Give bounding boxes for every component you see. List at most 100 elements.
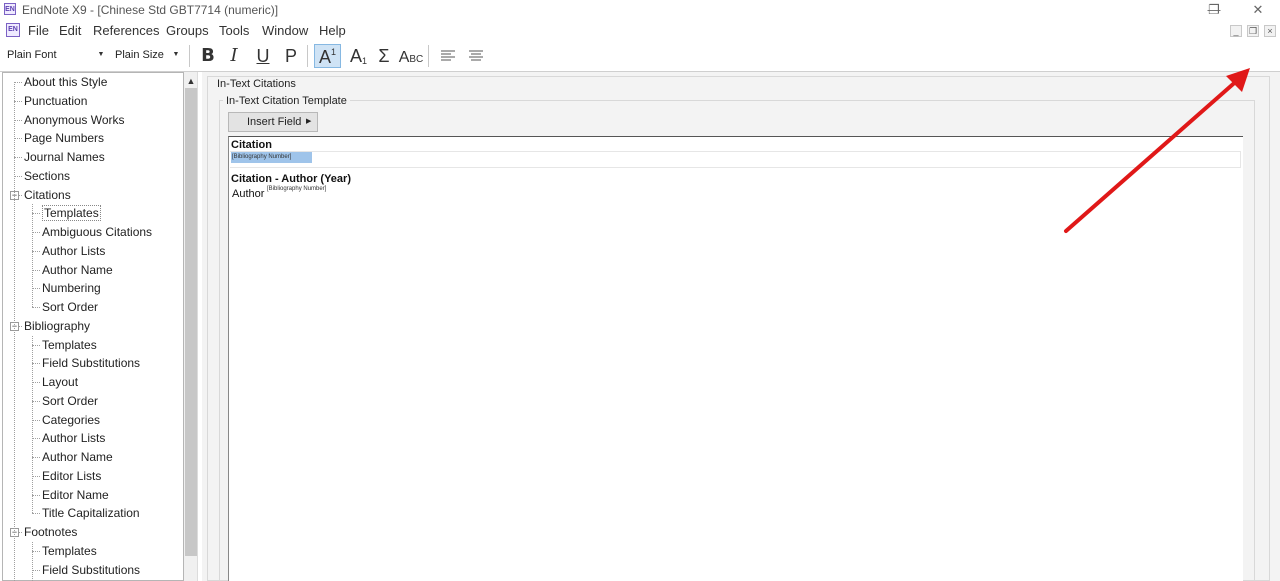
tree-item-label: Templates	[42, 205, 101, 221]
tree-item-journal-names[interactable]: Journal Names	[24, 148, 105, 166]
tree-item-footnotes[interactable]: Footnotes	[24, 523, 77, 541]
tree-item-label: Footnotes	[24, 525, 78, 539]
tree-scrollbar-thumb[interactable]	[185, 88, 197, 556]
restore-icon[interactable]: ❐	[1192, 0, 1236, 20]
tree-item-label: Numbering	[42, 281, 101, 295]
superscript-button[interactable]: A1	[314, 44, 341, 68]
tree-item-templates[interactable]: Templates	[42, 336, 97, 354]
tree-item-editor-name[interactable]: Editor Name	[42, 486, 109, 504]
tree-guide	[14, 82, 15, 581]
tree-item-label: Templates	[42, 544, 97, 558]
tree-item-label: Bibliography	[24, 319, 91, 333]
tree-item-label: Sections	[24, 169, 71, 183]
font-select[interactable]: Plain Font	[7, 46, 93, 64]
scroll-up-icon[interactable]: ▲	[185, 74, 197, 88]
tree-item-templates[interactable]: Templates	[42, 542, 97, 560]
menu-groups[interactable]: Groups	[166, 23, 209, 38]
menu-tools[interactable]: Tools	[219, 23, 249, 38]
subscript-base: A	[349, 46, 362, 66]
tree-connector	[32, 288, 40, 289]
tree-connector	[14, 101, 22, 102]
underline-button[interactable]: U	[251, 44, 275, 68]
group-subtitle: In-Text Citation Template	[223, 95, 350, 107]
document-minimize-icon[interactable]: _	[1230, 25, 1242, 37]
citation-template-field[interactable]: [Bibliography Number]	[232, 154, 291, 160]
subscript-mark: 1	[362, 56, 368, 66]
tree-item-about-this-style[interactable]: About this Style	[24, 73, 107, 91]
symbol-button[interactable]: Σ	[372, 44, 396, 68]
tree-item-field-substitutions[interactable]: Field Substitutions	[42, 354, 140, 372]
bold-button[interactable]: B	[196, 44, 220, 68]
superscript-mark: 1	[331, 47, 337, 57]
tree-item-author-name[interactable]: Author Name	[42, 261, 113, 279]
tree-connector	[32, 570, 40, 571]
tree-item-citations[interactable]: Citations	[24, 186, 71, 204]
menu-edit[interactable]: Edit	[59, 23, 81, 38]
tree-guide	[32, 542, 33, 581]
tree-item-label: Anonymous Works	[24, 113, 125, 127]
smallcaps-button[interactable]: ABC	[397, 44, 425, 68]
tree-item-author-name[interactable]: Author Name	[42, 448, 113, 466]
document-icon[interactable]: EN	[6, 23, 20, 37]
tree-item-label: Author Lists	[42, 431, 106, 445]
chevron-down-icon[interactable]: ▼	[170, 46, 182, 64]
subscript-button[interactable]: A1	[345, 44, 372, 68]
tree-item-sections[interactable]: Sections	[24, 167, 70, 185]
tree-connector	[32, 513, 40, 514]
tree-item-bibliography[interactable]: Bibliography	[24, 317, 90, 335]
tree-connector	[32, 345, 40, 346]
size-select[interactable]: Plain Size	[115, 46, 170, 64]
chevron-down-icon[interactable]: ▼	[95, 46, 107, 64]
tree-item-label: Page Numbers	[24, 131, 105, 145]
tree-item-templates[interactable]: Templates	[42, 204, 101, 222]
tree-item-editor-lists[interactable]: Editor Lists	[42, 467, 101, 485]
tree-item-label: Sort Order	[42, 300, 99, 314]
window-title: EndNote X9 - [Chinese Std GBT7714 (numer…	[22, 3, 279, 17]
tree-item-page-numbers[interactable]: Page Numbers	[24, 129, 104, 147]
document-close-icon[interactable]: ×	[1264, 25, 1276, 37]
menu-help[interactable]: Help	[319, 23, 346, 38]
tree-item-punctuation[interactable]: Punctuation	[24, 92, 87, 110]
close-icon[interactable]: ✕	[1236, 0, 1280, 20]
tree-item-author-lists[interactable]: Author Lists	[42, 242, 105, 260]
tree-item-label: Journal Names	[24, 150, 105, 164]
tree-connector	[32, 382, 40, 383]
italic-button[interactable]: I	[222, 44, 246, 68]
insert-field-button[interactable]: Insert Field ▶	[228, 112, 318, 132]
tree-connector	[32, 476, 40, 477]
tree-item-ambiguous-citations[interactable]: Ambiguous Citations	[42, 223, 152, 241]
tree-item-label: Citations	[24, 188, 71, 202]
annotation-arrow-icon	[1064, 68, 1250, 233]
tree-item-sort-order[interactable]: Sort Order	[42, 298, 98, 316]
author-year-prefix[interactable]: Author	[232, 188, 264, 200]
plain-button[interactable]: P	[279, 44, 303, 68]
tree-item-numbering[interactable]: Numbering	[42, 279, 101, 297]
tree-item-field-substitutions[interactable]: Field Substitutions	[42, 561, 140, 579]
tree-item-label: About this Style	[24, 75, 108, 89]
menu-references[interactable]: References	[93, 23, 159, 38]
align-left-icon[interactable]	[436, 44, 460, 68]
document-restore-icon[interactable]: ❐	[1247, 25, 1259, 37]
insert-field-label: Insert Field	[247, 116, 302, 128]
tree-connector	[32, 401, 40, 402]
tree-item-sort-order[interactable]: Sort Order	[42, 392, 98, 410]
tree-item-author-lists[interactable]: Author Lists	[42, 429, 105, 447]
tree-item-label: Field Substitutions	[42, 356, 141, 370]
tree-item-label: Templates	[42, 338, 97, 352]
tree-connector	[32, 495, 40, 496]
tree-item-layout[interactable]: Layout	[42, 373, 78, 391]
tree-item-label: Layout	[42, 375, 79, 389]
tree-item-categories[interactable]: Categories	[42, 411, 100, 429]
citation-heading: Citation	[231, 139, 272, 151]
tree-item-label: Field Substitutions	[42, 563, 141, 577]
menu-window[interactable]: Window	[262, 23, 308, 38]
tree-item-title-capitalization[interactable]: Title Capitalization	[42, 504, 140, 522]
tree-item-anonymous-works[interactable]: Anonymous Works	[24, 111, 124, 129]
align-center-icon[interactable]	[464, 44, 488, 68]
toolbar-divider	[307, 45, 308, 67]
tree-connector	[32, 270, 40, 271]
menu-file[interactable]: File	[28, 23, 49, 38]
tree-item-label: Categories	[42, 413, 101, 427]
author-year-template-field[interactable]: [Bibliography Number]	[267, 186, 326, 192]
tree-item-label: Title Capitalization	[42, 506, 140, 520]
